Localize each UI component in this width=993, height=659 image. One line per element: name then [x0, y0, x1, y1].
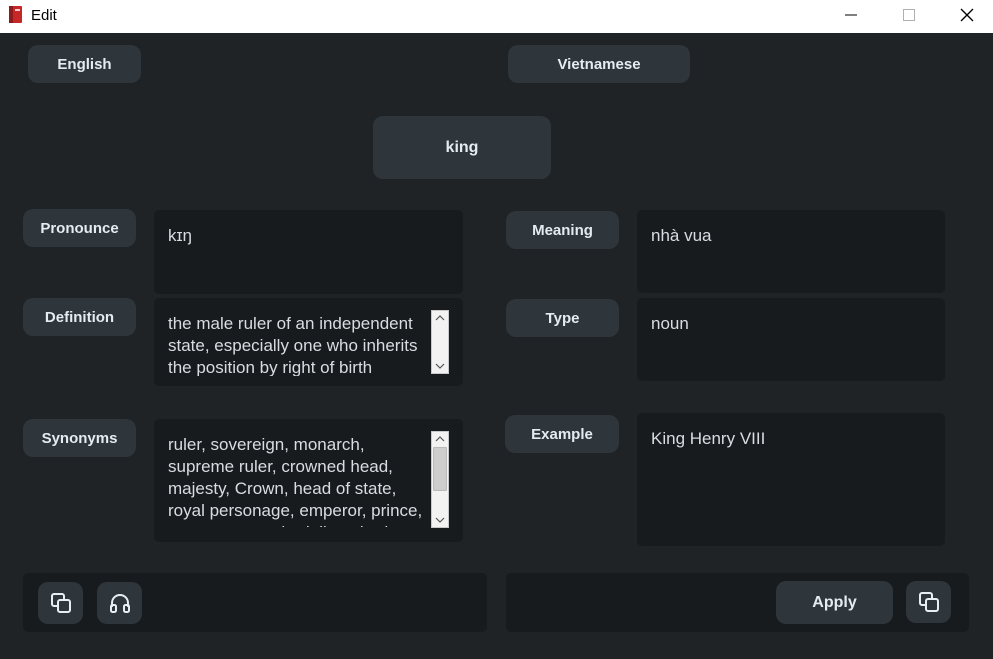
word-display: king [373, 116, 551, 179]
scroll-down-arrow-icon[interactable] [432, 513, 448, 527]
window-title: Edit [31, 7, 57, 24]
title-bar: Edit [0, 0, 993, 33]
listen-button[interactable] [97, 582, 142, 624]
scroll-thumb[interactable] [433, 447, 447, 491]
source-language-button[interactable]: English [28, 45, 141, 83]
scroll-up-arrow-icon[interactable] [432, 432, 448, 446]
example-label: Example [505, 415, 619, 453]
copy-meaning-button[interactable] [906, 581, 951, 623]
minimize-button[interactable] [822, 0, 880, 30]
apply-label: Apply [812, 593, 857, 611]
maximize-button[interactable] [880, 0, 938, 30]
word-text: king [445, 138, 479, 156]
type-value: noun [651, 314, 689, 333]
copy-icon [50, 593, 71, 613]
synonyms-value: ruler, sovereign, monarch, supreme ruler… [168, 435, 423, 527]
target-language-button[interactable]: Vietnamese [508, 45, 690, 83]
type-label: Type [506, 299, 619, 337]
pronounce-value: kɪŋ [168, 226, 193, 245]
close-icon [960, 8, 974, 22]
definition-label: Definition [23, 298, 136, 336]
apply-button[interactable]: Apply [776, 581, 893, 624]
target-language-label: Vietnamese [557, 55, 641, 73]
type-field[interactable]: noun [637, 298, 945, 381]
synonyms-scrollbar[interactable] [431, 431, 449, 528]
close-button[interactable] [938, 0, 993, 30]
synonyms-label: Synonyms [23, 419, 136, 457]
pronounce-field[interactable]: kɪŋ [154, 210, 463, 294]
definition-scrollbar[interactable] [431, 310, 449, 374]
headphones-icon [109, 594, 130, 613]
copy-button[interactable] [38, 582, 83, 624]
source-language-label: English [57, 55, 112, 73]
example-value: King Henry VIII [651, 429, 766, 448]
definition-value: the male ruler of an independent state, … [168, 314, 418, 376]
scroll-up-arrow-icon[interactable] [432, 311, 448, 325]
edit-panel: English Vietnamese king Pronounce kɪŋ De… [0, 33, 993, 659]
meaning-field[interactable]: nhà vua [637, 210, 945, 293]
right-action-bar: Apply [506, 573, 969, 632]
minimize-icon [845, 14, 857, 16]
example-field[interactable]: King Henry VIII [637, 413, 945, 546]
left-action-bar [23, 573, 487, 632]
meaning-label: Meaning [506, 211, 619, 249]
red-book-icon [8, 6, 24, 24]
synonyms-field[interactable]: ruler, sovereign, monarch, supreme ruler… [154, 419, 463, 542]
definition-field[interactable]: the male ruler of an independent state, … [154, 298, 463, 386]
pronounce-label: Pronounce [23, 209, 136, 247]
scroll-down-arrow-icon[interactable] [432, 359, 448, 373]
meaning-value: nhà vua [651, 226, 712, 245]
copy-icon [918, 592, 939, 612]
maximize-icon [903, 9, 915, 21]
